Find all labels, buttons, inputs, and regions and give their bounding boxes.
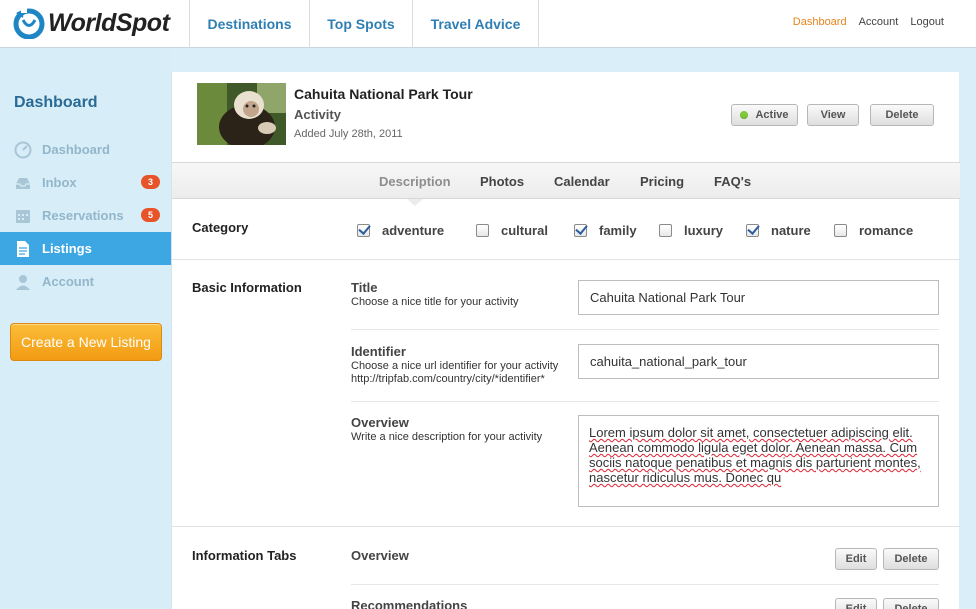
- main-panel: Cahuita National Park Tour Activity Adde…: [171, 72, 960, 609]
- overview-field-help: Write a nice description for your activi…: [351, 431, 543, 443]
- category-label: Category: [192, 220, 249, 235]
- active-tab-pointer: [407, 199, 423, 206]
- dashboard-gauge-icon: [14, 141, 32, 158]
- divider: [351, 329, 939, 330]
- active-status-label: Active: [755, 109, 789, 121]
- category-family[interactable]: family: [574, 223, 637, 238]
- listing-thumbnail: [197, 83, 286, 145]
- divider: [172, 259, 960, 260]
- tab-photos[interactable]: Photos: [480, 163, 524, 200]
- sidebar-item-label: Listings: [42, 241, 92, 256]
- listing-type: Activity: [294, 107, 341, 122]
- category-option-label: family: [599, 223, 637, 238]
- family-checkbox[interactable]: [574, 224, 587, 237]
- category-luxury[interactable]: luxury: [659, 223, 723, 238]
- title-field-help: Choose a nice title for your activity: [351, 296, 519, 308]
- sidebar-item-reservations[interactable]: Reservations 5: [0, 199, 171, 232]
- listing-tabs: Description Photos Calendar Pricing FAQ'…: [172, 162, 960, 199]
- listing-header: Cahuita National Park Tour Activity Adde…: [172, 72, 960, 162]
- nav-destinations[interactable]: Destinations: [190, 0, 310, 48]
- listing-title: Cahuita National Park Tour: [294, 86, 473, 102]
- sidebar-item-inbox[interactable]: Inbox 3: [0, 166, 171, 199]
- tab-pricing[interactable]: Pricing: [640, 163, 684, 200]
- active-status-dot-icon: [740, 111, 749, 119]
- sidebar-title: Dashboard: [14, 94, 98, 111]
- user-nav-dashboard-link[interactable]: Dashboard: [793, 16, 847, 28]
- title-field-label: Title: [351, 280, 378, 295]
- category-adventure[interactable]: adventure: [357, 223, 444, 238]
- divider: [351, 401, 939, 402]
- overview-text: Lorem ipsum dolor sit amet, consectetuer…: [589, 425, 921, 485]
- info-tab-overview: Overview: [351, 548, 409, 563]
- sidebar-item-account[interactable]: Account: [0, 265, 171, 298]
- overview-field-label: Overview: [351, 415, 409, 430]
- edit-recommendations-button[interactable]: Edit: [835, 598, 877, 609]
- delete-listing-button[interactable]: Delete: [870, 104, 934, 126]
- active-status-button[interactable]: Active: [731, 104, 798, 126]
- identifier-input[interactable]: cahuita_national_park_tour: [578, 344, 939, 379]
- inbox-count-badge: 3: [141, 175, 160, 189]
- user-icon: [16, 274, 30, 290]
- sidebar-item-label: Account: [42, 274, 94, 289]
- document-icon: [17, 240, 29, 257]
- overview-textarea[interactable]: Lorem ipsum dolor sit amet, consectetuer…: [578, 415, 939, 507]
- sidebar: Dashboard Dashboard Inbox 3 Reservations…: [0, 49, 181, 609]
- sidebar-item-label: Inbox: [42, 175, 77, 190]
- listing-added-date: Added July 28th, 2011: [294, 128, 403, 140]
- view-button[interactable]: View: [807, 104, 859, 126]
- identifier-field-label: Identifier: [351, 344, 406, 359]
- user-nav-logout-link[interactable]: Logout: [910, 16, 944, 28]
- divider: [351, 584, 939, 585]
- title-input[interactable]: Cahuita National Park Tour: [578, 280, 939, 315]
- category-option-label: adventure: [382, 223, 445, 238]
- romance-checkbox[interactable]: [834, 224, 847, 237]
- sidebar-item-dashboard[interactable]: Dashboard: [0, 133, 171, 166]
- identifier-url-pattern: http://tripfab.com/country/city/*identif…: [351, 373, 545, 385]
- top-bar: WorldSpot Destinations Top Spots Travel …: [0, 0, 976, 48]
- inbox-tray-icon: [16, 177, 30, 189]
- category-option-label: cultural: [501, 223, 548, 238]
- sidebar-item-label: Dashboard: [42, 142, 110, 157]
- info-tab-recommendations: Recommendations: [351, 598, 468, 609]
- create-new-listing-button[interactable]: Create a New Listing: [10, 323, 162, 361]
- category-nature[interactable]: nature: [746, 223, 811, 238]
- brand-name: WorldSpot: [48, 8, 170, 37]
- reservations-count-badge: 5: [141, 208, 160, 222]
- delete-recommendations-button[interactable]: Delete: [883, 598, 939, 609]
- category-option-label: romance: [859, 223, 914, 238]
- category-option-label: nature: [771, 223, 811, 238]
- calendar-icon: [16, 209, 30, 223]
- worldspot-logo-icon: [13, 8, 45, 39]
- tab-calendar[interactable]: Calendar: [554, 163, 610, 200]
- brand-logo[interactable]: WorldSpot: [12, 7, 170, 39]
- sidebar-item-label: Reservations: [42, 208, 124, 223]
- cultural-checkbox[interactable]: [476, 224, 489, 237]
- adventure-checkbox[interactable]: [357, 224, 370, 237]
- basic-information-label: Basic Information: [192, 280, 302, 295]
- nav-travel-advice[interactable]: Travel Advice: [413, 0, 539, 48]
- user-nav-account-link[interactable]: Account: [859, 16, 899, 28]
- user-nav: Dashboard Account Logout: [781, 0, 944, 44]
- sidebar-item-listings[interactable]: Listings: [0, 232, 181, 265]
- information-tabs-label: Information Tabs: [192, 548, 297, 563]
- category-cultural[interactable]: cultural: [476, 223, 548, 238]
- nav-top-spots[interactable]: Top Spots: [310, 0, 413, 48]
- edit-overview-button[interactable]: Edit: [835, 548, 877, 570]
- luxury-checkbox[interactable]: [659, 224, 672, 237]
- identifier-field-help: Choose a nice url identifier for your ac…: [351, 360, 559, 372]
- monkey-photo-image: [197, 83, 286, 145]
- tab-description[interactable]: Description: [379, 163, 451, 200]
- category-romance[interactable]: romance: [834, 223, 913, 238]
- category-option-label: luxury: [684, 223, 724, 238]
- nature-checkbox[interactable]: [746, 224, 759, 237]
- tab-faqs[interactable]: FAQ's: [714, 163, 751, 200]
- delete-overview-button[interactable]: Delete: [883, 548, 939, 570]
- divider: [172, 526, 960, 527]
- main-nav: Destinations Top Spots Travel Advice: [189, 0, 539, 48]
